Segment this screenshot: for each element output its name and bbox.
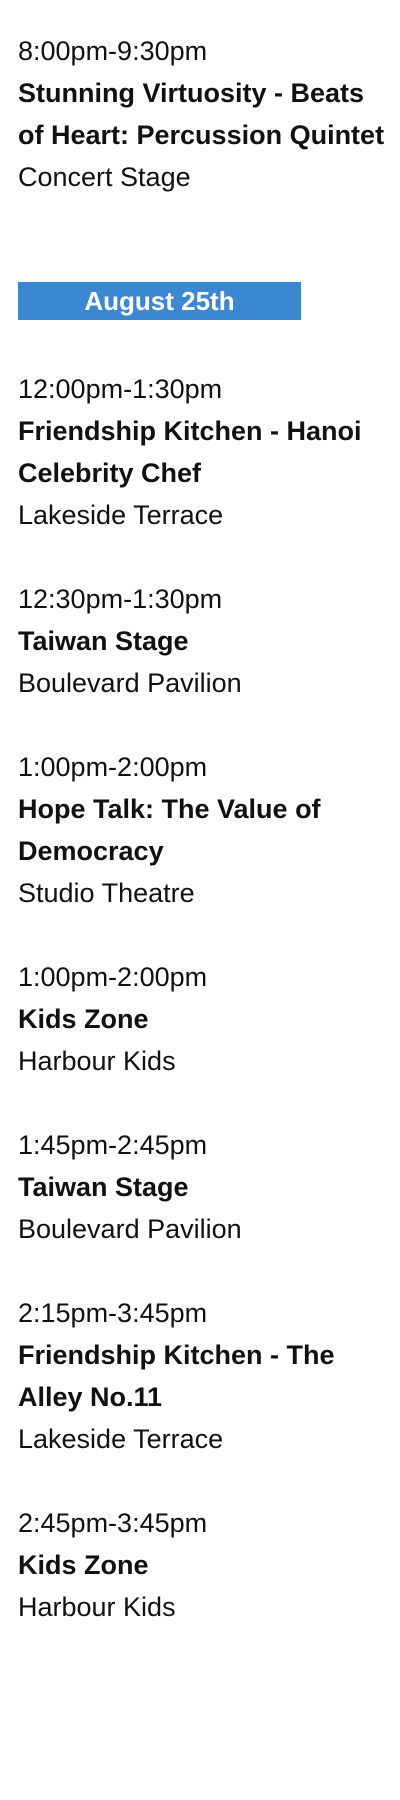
event-venue: Lakeside Terrace	[18, 500, 224, 530]
event-time: 1:45pm-2:45pm	[18, 1130, 208, 1160]
event-time: 2:15pm-3:45pm	[18, 1298, 208, 1328]
event-item: 1:00pm-2:00pm Kids Zone Harbour Kids	[18, 956, 390, 1082]
event-title: Friendship Kitchen - Hanoi Celebrity Che…	[18, 416, 362, 488]
event-venue: Harbour Kids	[18, 1592, 176, 1622]
event-venue: Lakeside Terrace	[18, 1424, 224, 1454]
event-title: Stunning Virtuosity - Beats of Heart: Pe…	[18, 78, 385, 150]
event-title: Taiwan Stage	[18, 1172, 189, 1202]
event-item: 1:00pm-2:00pm Hope Talk: The Value of De…	[18, 746, 390, 914]
event-item: 2:45pm-3:45pm Kids Zone Harbour Kids	[18, 1502, 390, 1628]
event-title: Taiwan Stage	[18, 626, 189, 656]
schedule-list: 8:00pm-9:30pm Stunning Virtuosity - Beat…	[18, 30, 390, 1628]
event-title: Friendship Kitchen - The Alley No.11	[18, 1340, 335, 1412]
event-venue: Studio Theatre	[18, 878, 195, 908]
event-item: 12:30pm-1:30pm Taiwan Stage Boulevard Pa…	[18, 578, 390, 704]
date-header: August 25th	[18, 282, 301, 320]
event-title: Hope Talk: The Value of Democracy	[18, 794, 321, 866]
event-venue: Concert Stage	[18, 162, 191, 192]
event-time: 8:00pm-9:30pm	[18, 36, 208, 66]
event-time: 1:00pm-2:00pm	[18, 962, 208, 992]
event-venue: Boulevard Pavilion	[18, 1214, 242, 1244]
event-item: 1:45pm-2:45pm Taiwan Stage Boulevard Pav…	[18, 1124, 390, 1250]
event-item: 8:00pm-9:30pm Stunning Virtuosity - Beat…	[18, 30, 390, 198]
event-item: 2:15pm-3:45pm Friendship Kitchen - The A…	[18, 1292, 390, 1460]
event-time: 12:00pm-1:30pm	[18, 374, 223, 404]
event-title: Kids Zone	[18, 1004, 149, 1034]
event-time: 1:00pm-2:00pm	[18, 752, 208, 782]
event-time: 12:30pm-1:30pm	[18, 584, 223, 614]
event-venue: Harbour Kids	[18, 1046, 176, 1076]
event-venue: Boulevard Pavilion	[18, 668, 242, 698]
event-item: 12:00pm-1:30pm Friendship Kitchen - Hano…	[18, 368, 390, 536]
event-time: 2:45pm-3:45pm	[18, 1508, 208, 1538]
event-title: Kids Zone	[18, 1550, 149, 1580]
